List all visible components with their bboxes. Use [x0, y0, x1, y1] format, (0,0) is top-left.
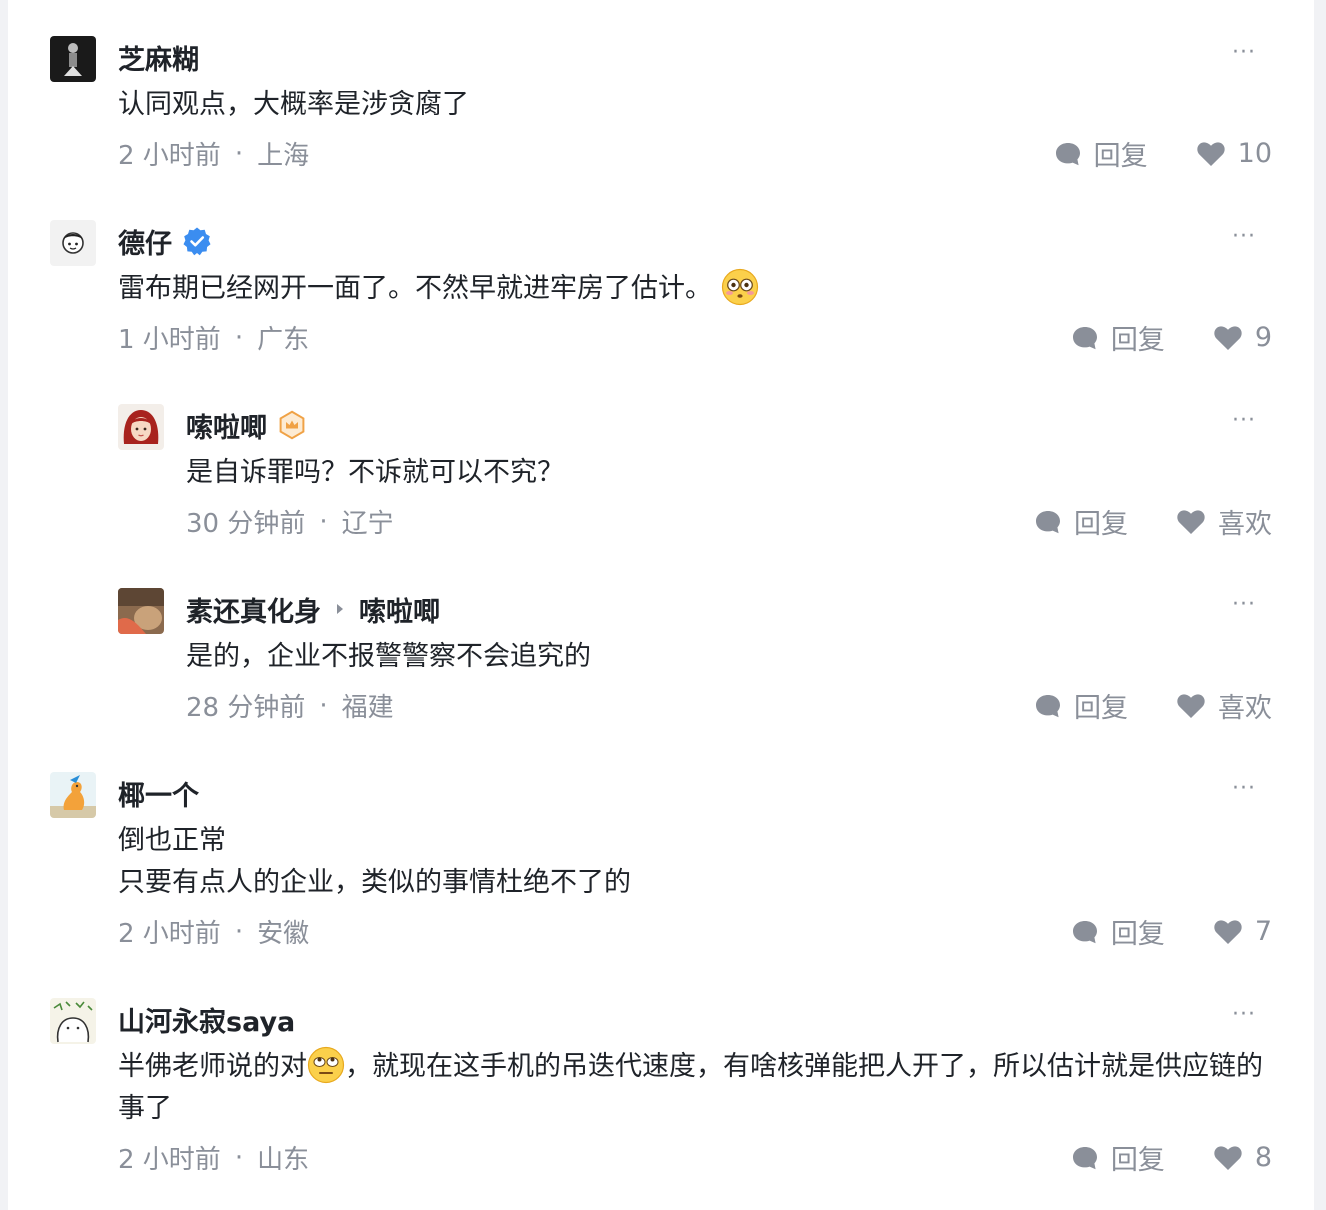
- like-button[interactable]: 10: [1196, 138, 1272, 169]
- avatar[interactable]: [50, 998, 96, 1044]
- heart-icon: [1214, 325, 1242, 350]
- reply-label: 回复: [1074, 693, 1128, 724]
- reply-label: 回复: [1110, 919, 1165, 950]
- like-button[interactable]: 喜欢: [1176, 502, 1272, 541]
- more-options-icon[interactable]: ···: [1226, 408, 1262, 433]
- comment-time: 2 小时前: [118, 919, 221, 949]
- comment-location: 福建: [341, 693, 394, 723]
- like-label: 喜欢: [1218, 693, 1272, 724]
- reply-button[interactable]: 回复: [1071, 912, 1165, 951]
- like-count: 7: [1254, 916, 1272, 947]
- comment-location: 安徽: [257, 919, 310, 949]
- more-options-icon[interactable]: ···: [1226, 40, 1262, 65]
- like-button[interactable]: 7: [1213, 916, 1272, 947]
- like-button[interactable]: 8: [1213, 1142, 1272, 1173]
- like-count: 9: [1254, 322, 1272, 353]
- avatar[interactable]: [50, 36, 96, 82]
- like-count: 8: [1254, 1142, 1272, 1173]
- more-options-icon[interactable]: ···: [1226, 776, 1262, 801]
- comment-text: 雷布期已经网开一面了。不然早就进牢房了估计。: [118, 273, 712, 304]
- comment-bubble-icon: [1055, 142, 1080, 165]
- comment-text: 半佛老师说的对: [118, 1051, 307, 1082]
- avatar[interactable]: [118, 404, 164, 450]
- reply-to-name[interactable]: 嗦啦唧: [359, 590, 440, 629]
- reply-label: 回复: [1074, 509, 1128, 540]
- meta-separator: ·: [319, 690, 328, 721]
- flushed-face-emoji-icon: [721, 268, 758, 306]
- reply-button[interactable]: 回复: [1071, 318, 1165, 357]
- comment-location: 山东: [257, 1145, 310, 1175]
- comment-text: 是的，企业不报警警察不会追究的: [186, 641, 591, 672]
- meta-separator: ·: [319, 506, 328, 537]
- meta-separator: ·: [234, 322, 244, 353]
- red-hair-girl-avatar-icon: [118, 404, 164, 450]
- sketch-avatar-icon: [50, 998, 96, 1044]
- comment-text-line: 只要有点人的企业，类似的事情杜绝不了的: [118, 867, 631, 898]
- reply-button[interactable]: 回复: [1034, 686, 1128, 725]
- brown-photo-avatar-icon: [118, 588, 164, 634]
- like-count: 10: [1237, 138, 1272, 169]
- comment-text-line: 倒也正常: [118, 825, 226, 856]
- comment-text: 是自诉罪吗？不诉就可以不究？: [186, 457, 564, 488]
- more-options-icon[interactable]: ···: [1226, 592, 1262, 617]
- more-options-icon[interactable]: ···: [1226, 224, 1262, 249]
- comment-bubble-icon: [1072, 1146, 1097, 1169]
- cartoon-face-avatar-icon: [50, 220, 96, 266]
- heart-icon: [1177, 693, 1205, 718]
- author-name[interactable]: 芝麻糊: [118, 38, 199, 77]
- heart-icon: [1177, 509, 1205, 534]
- reply-to-arrow-icon: [335, 603, 345, 615]
- reply-button[interactable]: 回复: [1054, 134, 1148, 173]
- comment-location: 广东: [257, 325, 310, 355]
- meta-separator: ·: [234, 1142, 244, 1173]
- verified-check-icon: [182, 226, 212, 256]
- comment-list: 芝麻糊 ··· 认同观点，大概率是涉贪腐了 2 小时前 · 上海 回复 10 德…: [8, 0, 1314, 1210]
- heart-icon: [1214, 919, 1242, 944]
- comment-bubble-icon: [1072, 326, 1097, 349]
- avatar[interactable]: [118, 588, 164, 634]
- avatar[interactable]: [50, 772, 96, 818]
- comment-text: 认同观点，大概率是涉贪腐了: [118, 89, 469, 120]
- dark-photo-avatar-icon: [50, 36, 96, 82]
- comment-bubble-icon: [1036, 694, 1060, 717]
- comment-time: 2 小时前: [118, 141, 221, 171]
- heart-icon: [1214, 1145, 1242, 1170]
- comment-time: 30 分钟前: [186, 509, 306, 539]
- reply-label: 回复: [1110, 325, 1165, 356]
- reply-button[interactable]: 回复: [1034, 502, 1128, 541]
- comment-time: 28 分钟前: [186, 693, 306, 723]
- like-button[interactable]: 喜欢: [1176, 686, 1272, 725]
- reply-label: 回复: [1110, 1145, 1165, 1176]
- comment-time: 1 小时前: [118, 325, 221, 355]
- comment-text-row: 雷布期已经网开一面了。不然早就进牢房了估计。: [118, 268, 759, 310]
- reply-button[interactable]: 回复: [1071, 1138, 1165, 1177]
- like-button[interactable]: 9: [1213, 322, 1272, 353]
- comment-bubble-icon: [1072, 920, 1097, 943]
- author-name[interactable]: 山河永寂saya: [118, 1000, 295, 1039]
- level-badge-icon: [277, 410, 307, 440]
- comment-time: 2 小时前: [118, 1145, 221, 1175]
- meta-separator: ·: [234, 138, 244, 169]
- meta-separator: ·: [234, 916, 244, 947]
- more-options-icon[interactable]: ···: [1226, 1002, 1262, 1027]
- author-name[interactable]: 椰一个: [118, 774, 199, 813]
- comment-location: 辽宁: [341, 509, 394, 539]
- comment-location: 上海: [257, 141, 310, 171]
- heart-icon: [1196, 141, 1225, 166]
- duck-avatar-icon: [50, 772, 96, 818]
- author-name[interactable]: 嗦啦唧: [186, 406, 267, 445]
- reply-label: 回复: [1093, 141, 1148, 172]
- avatar[interactable]: [50, 220, 96, 266]
- comment-bubble-icon: [1036, 510, 1060, 533]
- author-name[interactable]: 德仔: [118, 222, 172, 261]
- comment-text-block: 半佛老师说的对 ，就现在这手机的吊迭代速度，有啥核弹能把人开了，所以估计就是供应…: [118, 1046, 1278, 1130]
- rolling-eyes-emoji-icon: [307, 1046, 345, 1084]
- author-name[interactable]: 素还真化身: [186, 590, 321, 629]
- like-label: 喜欢: [1218, 509, 1272, 540]
